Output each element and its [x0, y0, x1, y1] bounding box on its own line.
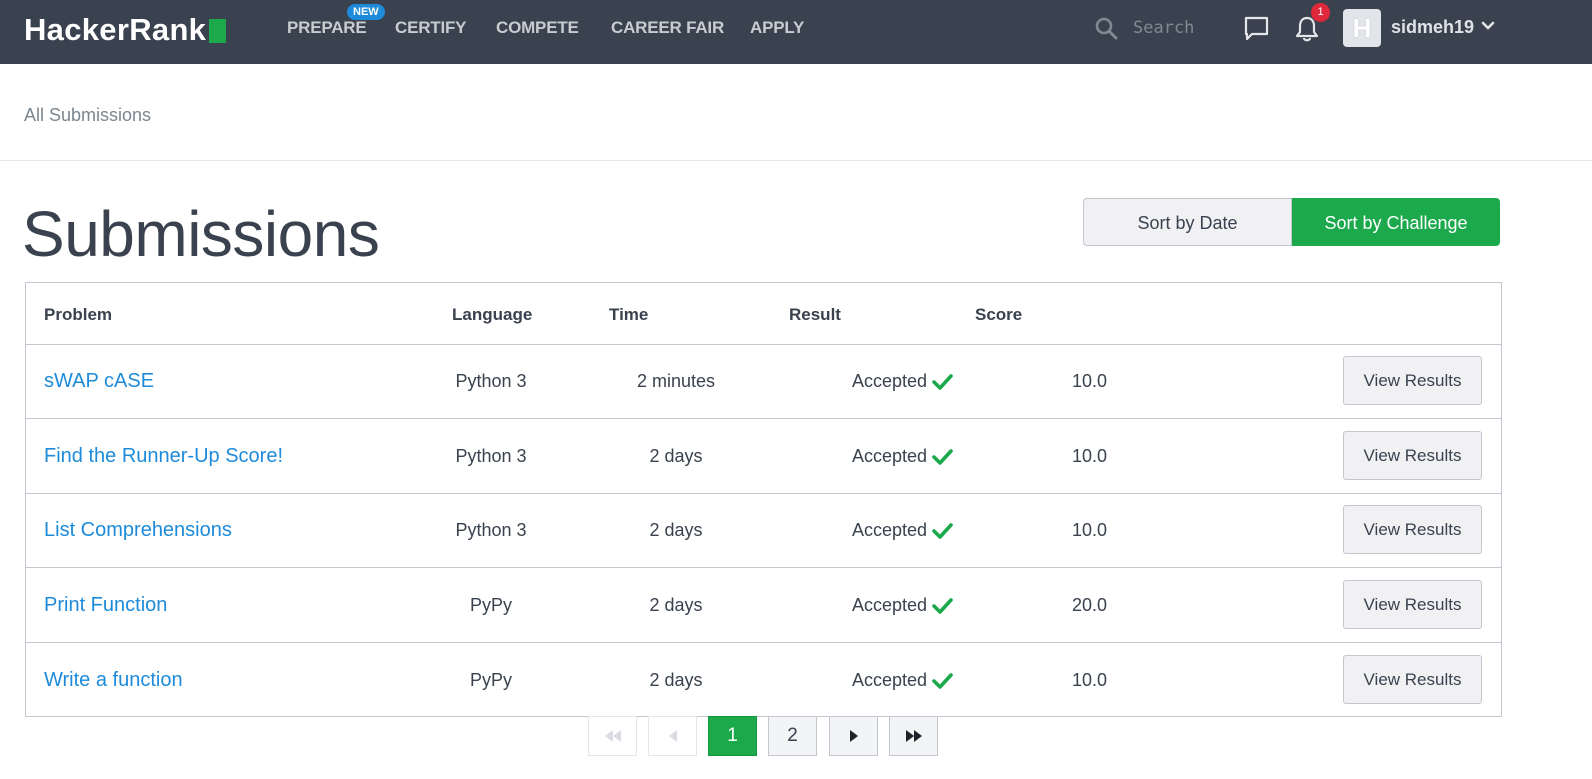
page-1-button[interactable]: 1	[708, 716, 757, 756]
problem-link[interactable]: Write a function	[44, 667, 183, 693]
sort-by-date-button[interactable]: Sort by Date	[1083, 198, 1292, 246]
last-page-button[interactable]	[889, 716, 938, 756]
first-page-button[interactable]	[588, 716, 637, 756]
page-2-button[interactable]: 2	[768, 716, 817, 756]
time-cell: 2 days	[649, 595, 703, 615]
chevron-left-icon	[668, 730, 677, 742]
logo-green-block	[209, 19, 227, 43]
nav-certify[interactable]: CERTIFY	[395, 16, 467, 40]
chat-icon[interactable]	[1243, 15, 1270, 42]
header-language: Language	[452, 305, 533, 324]
new-badge: NEW	[347, 4, 385, 20]
score-cell: 10.0	[1072, 520, 1108, 540]
double-chevron-left-icon	[604, 730, 621, 742]
language-cell: Python 3	[455, 520, 527, 540]
table-row: Find the Runner-Up Score! Python 3 2 day…	[26, 419, 1501, 494]
view-results-button[interactable]: View Results	[1343, 580, 1482, 629]
double-chevron-right-icon	[905, 730, 922, 742]
check-icon	[932, 598, 953, 614]
check-icon	[932, 673, 953, 689]
search-icon[interactable]	[1094, 16, 1118, 40]
header-problem: Problem	[44, 305, 113, 324]
time-cell: 2 days	[649, 520, 703, 540]
chevron-right-icon	[849, 730, 858, 742]
language-cell: PyPy	[469, 670, 512, 690]
header-result: Result	[789, 305, 841, 324]
next-page-button[interactable]	[829, 716, 878, 756]
score-cell: 20.0	[1072, 595, 1108, 615]
table-row: Print Function PyPy 2 days Accepted 20.0…	[26, 568, 1501, 643]
check-icon	[932, 449, 953, 465]
time-cell: 2 minutes	[636, 371, 716, 391]
view-results-button[interactable]: View Results	[1343, 505, 1482, 554]
check-icon	[932, 523, 953, 539]
result-cell: Accepted	[852, 595, 928, 615]
problem-link[interactable]: sWAP cASE	[44, 368, 154, 394]
problem-link[interactable]: Print Function	[44, 592, 167, 618]
breadcrumb: All Submissions	[24, 105, 152, 125]
score-cell: 10.0	[1072, 371, 1108, 391]
problem-link[interactable]: List Comprehensions	[44, 517, 232, 543]
previous-page-button[interactable]	[648, 716, 697, 756]
view-results-button[interactable]: View Results	[1343, 356, 1482, 405]
check-icon	[932, 374, 953, 390]
time-cell: 2 days	[649, 670, 703, 690]
table-row: sWAP cASE Python 3 2 minutes Accepted 10…	[26, 344, 1501, 419]
submissions-table: Problem Language Time Result Score sWAP …	[25, 282, 1502, 717]
score-cell: 10.0	[1072, 670, 1108, 690]
header-time: Time	[609, 305, 649, 324]
nav-career-fair[interactable]: CAREER FAIR	[611, 16, 724, 40]
score-cell: 10.0	[1072, 446, 1108, 466]
nav-compete[interactable]: COMPETE	[496, 16, 579, 40]
result-cell: Accepted	[852, 520, 928, 540]
notification-count-badge: 1	[1311, 3, 1330, 22]
problem-link[interactable]: Find the Runner-Up Score!	[44, 443, 283, 469]
hackerrank-logo[interactable]: HackerRank	[24, 12, 227, 48]
language-cell: Python 3	[455, 371, 527, 391]
page-title: Submissions	[22, 198, 380, 270]
search-input[interactable]: Search	[1133, 16, 1194, 40]
top-navbar: HackerRank PREPARE NEW CERTIFY COMPETE C…	[0, 0, 1592, 64]
result-cell: Accepted	[852, 371, 928, 391]
logo-text: HackerRank	[24, 12, 207, 47]
time-cell: 2 days	[649, 446, 703, 466]
header-score: Score	[975, 305, 1023, 324]
language-cell: Python 3	[455, 446, 527, 466]
username[interactable]: sidmeh19	[1391, 15, 1474, 39]
avatar[interactable]: H	[1343, 9, 1381, 47]
result-cell: Accepted	[852, 446, 928, 466]
view-results-button[interactable]: View Results	[1343, 655, 1482, 704]
view-results-button[interactable]: View Results	[1343, 431, 1482, 480]
language-cell: PyPy	[469, 595, 512, 615]
table-row: Write a function PyPy 2 days Accepted 10…	[26, 643, 1501, 718]
chevron-down-icon[interactable]	[1481, 19, 1495, 33]
table-row: List Comprehensions Python 3 2 days Acce…	[26, 493, 1501, 568]
sort-by-challenge-button[interactable]: Sort by Challenge	[1292, 198, 1500, 246]
sort-toggle-group: Sort by Date Sort by Challenge	[1083, 198, 1500, 246]
result-cell: Accepted	[852, 670, 928, 690]
breadcrumb-bar: All Submissions	[0, 64, 1592, 161]
nav-apply[interactable]: APPLY	[750, 16, 804, 40]
table-header: Problem Language Time Result Score	[26, 283, 1501, 345]
